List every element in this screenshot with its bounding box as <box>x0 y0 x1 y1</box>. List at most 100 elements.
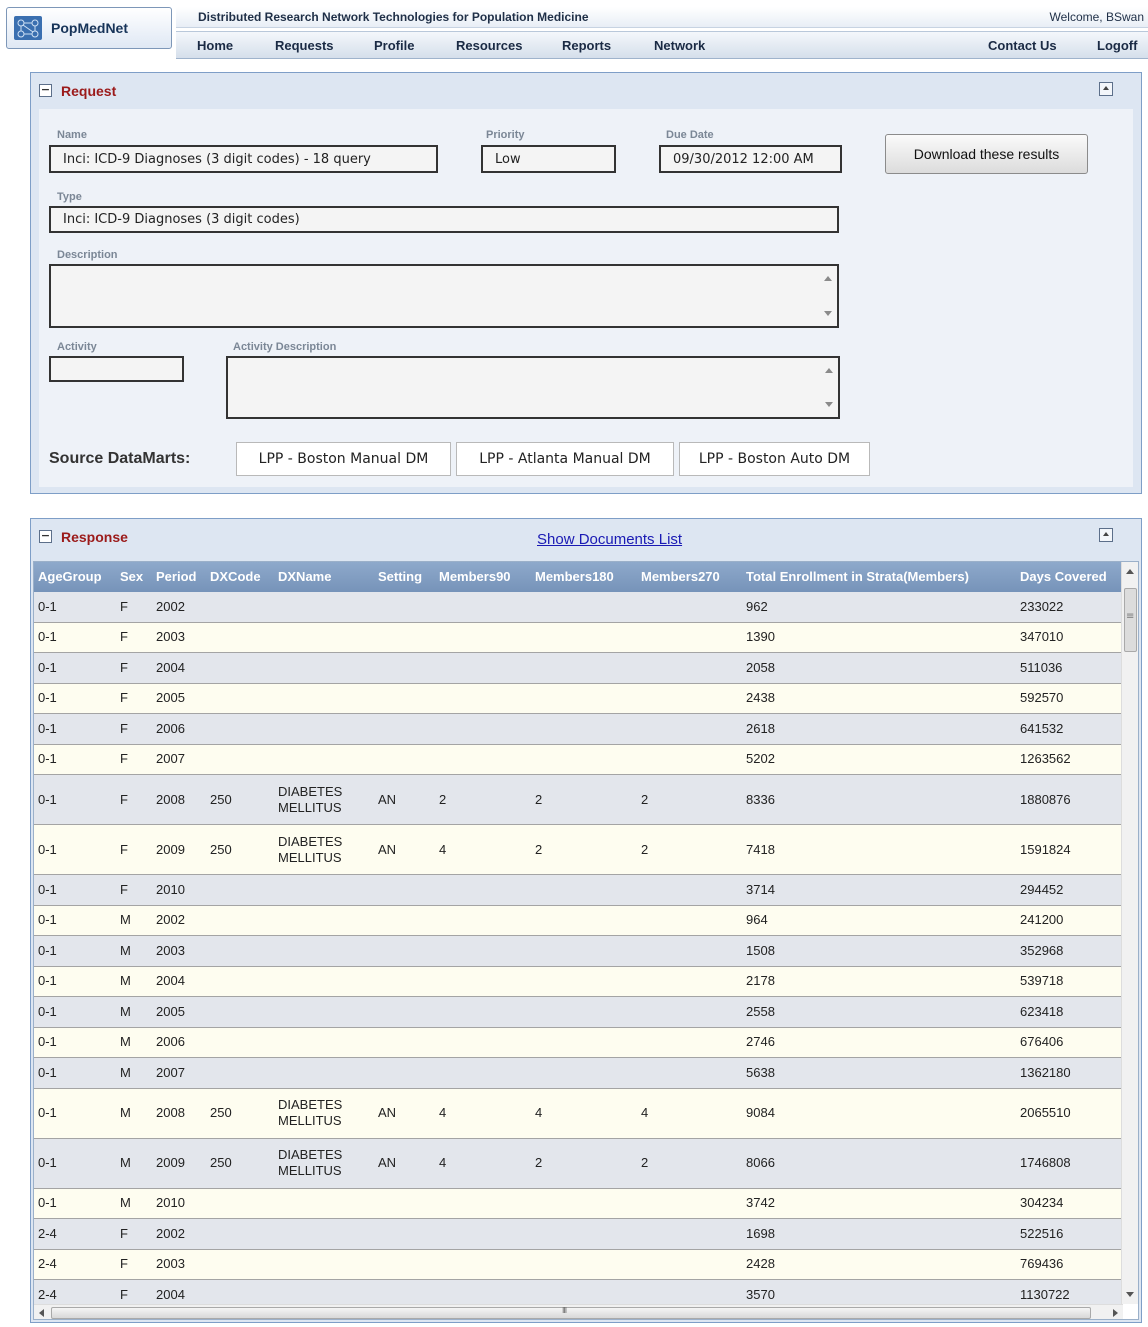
cell-setting: AN <box>378 1155 397 1170</box>
cell-days-covered: 1263562 <box>1020 751 1071 767</box>
table-row[interactable]: 0-1 F 2010 3714 294452 <box>34 875 1123 906</box>
cell-days-covered: 304234 <box>1020 1195 1064 1211</box>
cell-sex: M <box>120 973 131 989</box>
nav-profile[interactable]: Profile <box>374 38 414 53</box>
table-row[interactable]: 0-1 F 2006 2618 641532 <box>34 714 1123 745</box>
nav-home[interactable]: Home <box>197 38 233 53</box>
table-row[interactable]: 0-1 M 2003 1508 352968 <box>34 936 1123 967</box>
cell-days-covered: 1746808 <box>1020 1155 1071 1170</box>
header-period[interactable]: Period <box>156 569 196 584</box>
show-documents-link[interactable]: Show Documents List <box>537 531 682 548</box>
cell-total-enrollment: 3742 <box>746 1195 775 1211</box>
nav-reports[interactable]: Reports <box>562 38 611 53</box>
table-row[interactable]: 0-1 M 2004 2178 539718 <box>34 966 1123 997</box>
header-dxname[interactable]: DXName <box>278 569 331 584</box>
collapse-response-button[interactable]: − <box>39 530 52 543</box>
table-row[interactable]: 0-1 M 2010 3742 304234 <box>34 1188 1123 1219</box>
scroll-left-icon[interactable] <box>39 1309 44 1317</box>
nav-logoff[interactable]: Logoff <box>1097 38 1137 53</box>
nav-network[interactable]: Network <box>654 38 705 53</box>
cell-sex: M <box>120 942 131 958</box>
table-row[interactable]: 2-4 F 2004 3570 1130722 <box>34 1280 1123 1304</box>
activity-description-scrollbar[interactable] <box>820 358 838 417</box>
cell-agegroup: 0-1 <box>38 751 57 767</box>
cell-dxname: DIABETES MELLITUS <box>278 833 343 865</box>
cell-total-enrollment: 9084 <box>746 1105 775 1120</box>
cell-agegroup: 2-4 <box>38 1225 57 1241</box>
cell-period: 2008 <box>156 1105 185 1120</box>
cell-setting: AN <box>378 1105 397 1120</box>
maximize-request-button[interactable] <box>1099 82 1113 96</box>
header-members180[interactable]: Members180 <box>535 569 614 584</box>
cell-total-enrollment: 1390 <box>746 629 775 645</box>
table-row[interactable]: 0-1 M 2006 2746 676406 <box>34 1027 1123 1058</box>
header-total-enrollment[interactable]: Total Enrollment in Strata(Members) <box>746 569 969 584</box>
cell-total-enrollment: 2178 <box>746 973 775 989</box>
scroll-right-icon[interactable] <box>1113 1309 1118 1317</box>
description-scrollbar[interactable] <box>819 266 837 326</box>
source-datamarts-label: Source DataMarts: <box>49 450 191 467</box>
cell-sex: M <box>120 1034 131 1050</box>
table-row[interactable]: 0-1 F 2008 250 DIABETES MELLITUS AN 2 2 2 8336 188… <box>34 775 1123 825</box>
download-results-button[interactable]: Download these results <box>885 134 1088 174</box>
cell-days-covered: 233022 <box>1020 598 1064 614</box>
cell-members270: 4 <box>641 1105 649 1120</box>
logo-text: PopMedNet <box>51 20 128 36</box>
cell-members270: 2 <box>641 841 649 857</box>
nav-resources[interactable]: Resources <box>456 38 522 53</box>
table-row[interactable]: 2-4 F 2002 1698 522516 <box>34 1219 1123 1250</box>
table-row[interactable]: 0-1 F 2009 250 DIABETES MELLITUS AN 4 2 2 7418 159… <box>34 825 1123 875</box>
request-form: Name Inci: ICD-9 Diagnoses (3 digit code… <box>39 109 1133 487</box>
horizontal-scroll-thumb[interactable] <box>51 1306 1091 1319</box>
cell-members270: 2 <box>641 791 649 807</box>
cell-agegroup: 0-1 <box>38 973 57 989</box>
table-row[interactable]: 0-1 M 2005 2558 623418 <box>34 997 1123 1028</box>
logo[interactable]: PopMedNet <box>6 7 172 49</box>
vertical-scrollbar[interactable] <box>1121 562 1138 1304</box>
header-setting[interactable]: Setting <box>378 569 422 584</box>
scroll-up-icon[interactable] <box>1126 569 1134 574</box>
table-row[interactable]: 2-4 F 2003 2428 769436 <box>34 1249 1123 1280</box>
header-agegroup[interactable]: AgeGroup <box>38 569 102 584</box>
header-members270[interactable]: Members270 <box>641 569 720 584</box>
cell-sex: F <box>120 720 128 736</box>
cell-agegroup: 0-1 <box>38 1105 57 1120</box>
cell-dxcode: 250 <box>210 1105 232 1120</box>
maximize-response-button[interactable] <box>1099 528 1113 542</box>
activity-description-textarea[interactable] <box>226 356 840 419</box>
activity-field[interactable] <box>49 356 184 382</box>
table-row[interactable]: 0-1 M 2002 964 241200 <box>34 905 1123 936</box>
nav-contact-us[interactable]: Contact Us <box>988 38 1057 53</box>
table-row[interactable]: 0-1 M 2009 250 DIABETES MELLITUS AN 4 2 2 8066 174… <box>34 1138 1123 1189</box>
cell-agegroup: 2-4 <box>38 1256 57 1272</box>
priority-field[interactable]: Low <box>481 145 616 173</box>
table-row[interactable]: 0-1 M 2007 5638 1362180 <box>34 1058 1123 1089</box>
priority-label: Priority <box>486 129 525 141</box>
cell-sex: F <box>120 881 128 897</box>
vertical-scroll-thumb[interactable] <box>1124 588 1137 652</box>
table-row[interactable]: 0-1 F 2003 1390 347010 <box>34 622 1123 653</box>
collapse-request-button[interactable]: − <box>39 84 52 97</box>
cell-total-enrollment: 8066 <box>746 1155 775 1170</box>
header-sex[interactable]: Sex <box>120 569 143 584</box>
horizontal-scrollbar[interactable] <box>34 1304 1123 1319</box>
table-row[interactable]: 0-1 M 2008 250 DIABETES MELLITUS AN 4 4 4 9084 206… <box>34 1088 1123 1139</box>
datamart-boston-manual: LPP - Boston Manual DM <box>236 442 451 476</box>
table-row[interactable]: 0-1 F 2007 5202 1263562 <box>34 744 1123 775</box>
header-members90[interactable]: Members90 <box>439 569 511 584</box>
name-field[interactable]: Inci: ICD-9 Diagnoses (3 digit codes) - … <box>49 145 438 173</box>
cell-agegroup: 0-1 <box>38 791 57 807</box>
due-date-field[interactable]: 09/30/2012 12:00 AM <box>659 145 842 173</box>
table-row[interactable]: 0-1 F 2005 2438 592570 <box>34 683 1123 714</box>
scroll-down-icon[interactable] <box>1126 1292 1134 1297</box>
table-row[interactable]: 0-1 F 2004 2058 511036 <box>34 653 1123 684</box>
header-days-covered[interactable]: Days Covered <box>1020 569 1107 584</box>
cell-dxcode: 250 <box>210 841 232 857</box>
nav-requests[interactable]: Requests <box>275 38 334 53</box>
cell-period: 2007 <box>156 1064 185 1080</box>
header-dxcode[interactable]: DXCode <box>210 569 261 584</box>
type-field[interactable]: Inci: ICD-9 Diagnoses (3 digit codes) <box>49 206 839 233</box>
description-textarea[interactable] <box>49 264 839 328</box>
cell-members90: 2 <box>439 791 447 807</box>
table-row[interactable]: 0-1 F 2002 962 233022 <box>34 592 1123 623</box>
